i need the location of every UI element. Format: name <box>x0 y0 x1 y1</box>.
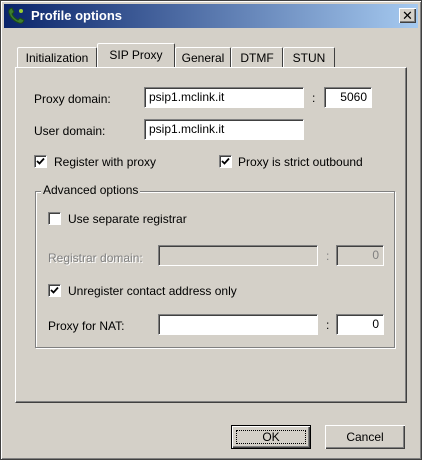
proxy-for-nat-port-input[interactable]: 0 <box>336 314 384 335</box>
proxy-domain-input[interactable]: psip1.mclink.it <box>144 87 304 108</box>
unregister-contact-checkbox[interactable] <box>48 284 61 297</box>
proxy-for-nat-input[interactable] <box>158 314 318 335</box>
unregister-contact-label[interactable]: Unregister contact address only <box>68 284 237 298</box>
phone-app-icon <box>6 6 26 26</box>
checkmark-icon <box>50 286 59 294</box>
title-bar[interactable]: Profile options ✕ <box>4 4 418 28</box>
register-with-proxy-label[interactable]: Register with proxy <box>54 155 156 169</box>
proxy-domain-label: Proxy domain: <box>34 92 111 106</box>
window-title: Profile options <box>31 8 122 23</box>
tab-dtmf[interactable]: DTMF <box>231 47 283 67</box>
ok-button[interactable]: OK <box>231 425 311 449</box>
register-with-proxy-checkbox[interactable] <box>34 155 47 168</box>
port-separator: : <box>312 91 316 105</box>
separate-registrar-label[interactable]: Use separate registrar <box>68 212 187 226</box>
profile-options-dialog: Profile options ✕ Initialization SIP Pro… <box>0 0 422 460</box>
cancel-label: Cancel <box>346 430 384 444</box>
user-domain-input[interactable]: psip1.mclink.it <box>144 119 304 140</box>
tab-label: DTMF <box>240 51 274 65</box>
proxy-for-nat-label: Proxy for NAT: <box>48 319 125 333</box>
advanced-options-title: Advanced options <box>41 183 141 197</box>
tab-stun[interactable]: STUN <box>283 47 335 67</box>
checkmark-icon <box>36 157 45 165</box>
tab-initialization[interactable]: Initialization <box>17 47 97 67</box>
registrar-domain-input[interactable] <box>158 245 318 266</box>
close-button[interactable]: ✕ <box>399 8 416 23</box>
registrar-port-separator: : <box>326 249 330 263</box>
tab-label: SIP Proxy <box>109 48 163 62</box>
user-domain-label: User domain: <box>34 124 106 138</box>
tab-general[interactable]: General <box>175 47 231 67</box>
separate-registrar-checkbox[interactable] <box>48 212 61 225</box>
checkmark-icon <box>221 157 230 165</box>
tab-label: STUN <box>292 51 326 65</box>
tab-label: Initialization <box>25 51 89 65</box>
tab-sip-proxy[interactable]: SIP Proxy <box>97 43 175 67</box>
proxy-port-input[interactable]: 5060 <box>324 87 372 108</box>
strict-outbound-checkbox[interactable] <box>219 155 232 168</box>
close-icon: ✕ <box>402 8 413 23</box>
ok-label: OK <box>262 430 280 444</box>
cancel-button[interactable]: Cancel <box>325 425 405 449</box>
tab-label: General <box>181 51 225 65</box>
registrar-domain-label: Registrar domain: <box>48 251 143 265</box>
registrar-port-input[interactable]: 0 <box>336 245 384 266</box>
nat-port-separator: : <box>326 318 330 332</box>
strict-outbound-label[interactable]: Proxy is strict outbound <box>238 155 363 169</box>
